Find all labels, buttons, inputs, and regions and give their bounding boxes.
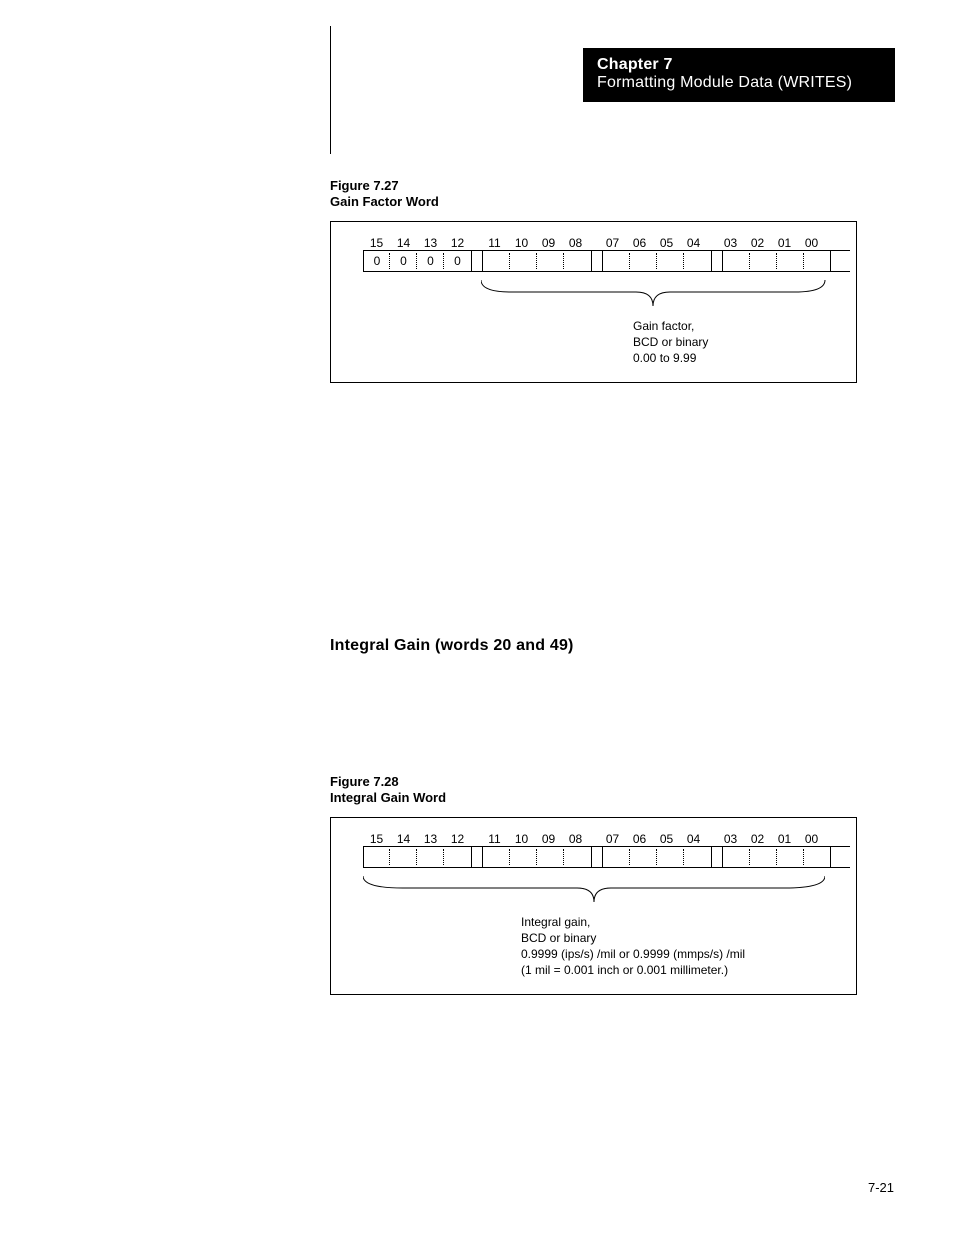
page: Chapter 7 Formatting Module Data (WRITES… <box>0 0 954 1235</box>
bit-label: 05 <box>653 832 680 846</box>
bit-label: 01 <box>771 832 798 846</box>
bit-label: 05 <box>653 236 680 250</box>
brace-icon <box>363 868 825 914</box>
bit-label: 02 <box>744 236 771 250</box>
bit-labels-row: 15 14 13 12 11 10 09 08 07 06 05 04 03 <box>363 832 850 846</box>
bit-label: 09 <box>535 832 562 846</box>
bit-cell <box>657 251 684 271</box>
bit-cell <box>630 847 657 867</box>
bit-label: 01 <box>771 236 798 250</box>
bit-cell <box>723 251 750 271</box>
annotation-line: BCD or binary <box>633 334 850 350</box>
bit-cell <box>564 251 591 271</box>
bit-cell <box>657 847 684 867</box>
bit-cell <box>804 847 831 867</box>
annotation: Gain factor, BCD or binary 0.00 to 9.99 <box>633 318 850 367</box>
bit-cell: 0 <box>363 251 390 271</box>
bit-cell <box>537 847 564 867</box>
bit-cell <box>510 251 537 271</box>
bit-label: 12 <box>444 832 471 846</box>
annotation-line: (1 mil = 0.001 inch or 0.001 millimeter.… <box>521 962 850 978</box>
bit-label: 12 <box>444 236 471 250</box>
bit-cell <box>684 847 711 867</box>
bit-label: 00 <box>798 236 825 250</box>
figure-caption: Figure 7.27 Gain Factor Word <box>330 178 857 211</box>
page-number: 7-21 <box>868 1180 894 1195</box>
bit-label: 14 <box>390 236 417 250</box>
chapter-label: Chapter 7 <box>597 56 883 74</box>
bit-label: 10 <box>508 832 535 846</box>
bit-label: 15 <box>363 832 390 846</box>
bit-cell <box>363 847 390 867</box>
chapter-header: Chapter 7 Formatting Module Data (WRITES… <box>583 48 895 102</box>
bit-label: 06 <box>626 236 653 250</box>
bit-cell <box>750 847 777 867</box>
bit-cells-row: 0 0 0 0 <box>363 250 850 272</box>
chapter-title: Formatting Module Data (WRITES) <box>597 74 883 92</box>
bit-cell <box>603 847 630 867</box>
bit-cell <box>537 251 564 271</box>
bit-label: 09 <box>535 236 562 250</box>
bit-label: 08 <box>562 832 589 846</box>
brace-icon <box>481 272 943 318</box>
bit-label: 14 <box>390 832 417 846</box>
section-heading-wrap: Integral Gain (words 20 and 49) <box>330 637 574 655</box>
bit-cell <box>564 847 591 867</box>
bit-label: 07 <box>599 236 626 250</box>
annotation-line: 0.00 to 9.99 <box>633 350 850 366</box>
figure-7-28: Figure 7.28 Integral Gain Word 15 14 13 … <box>330 774 857 995</box>
figure-number: Figure 7.27 <box>330 178 857 194</box>
figure-box: 15 14 13 12 11 10 09 08 07 06 05 04 03 <box>330 817 857 996</box>
bit-label: 13 <box>417 832 444 846</box>
figure-box: 15 14 13 12 11 10 09 08 07 06 05 04 03 <box>330 221 857 384</box>
bit-cell <box>777 847 804 867</box>
bit-diagram: 15 14 13 12 11 10 09 08 07 06 05 04 03 <box>363 832 850 979</box>
annotation-line: 0.9999 (ips/s) /mil or 0.9999 (mmps/s) /… <box>521 946 850 962</box>
bit-cell <box>603 251 630 271</box>
bit-label: 08 <box>562 236 589 250</box>
bit-label: 00 <box>798 832 825 846</box>
bit-cell <box>777 251 804 271</box>
bit-label: 11 <box>481 236 508 250</box>
figure-number: Figure 7.28 <box>330 774 857 790</box>
bit-cell <box>417 847 444 867</box>
bit-cell: 0 <box>444 251 471 271</box>
bit-cell <box>684 251 711 271</box>
bit-cell <box>804 251 831 271</box>
bit-label: 07 <box>599 832 626 846</box>
annotation-line: Integral gain, <box>521 914 850 930</box>
bit-cell <box>483 251 510 271</box>
figure-caption: Figure 7.28 Integral Gain Word <box>330 774 857 807</box>
bit-cell <box>444 847 471 867</box>
bit-cells-row <box>363 846 850 868</box>
bit-label: 13 <box>417 236 444 250</box>
figure-title: Integral Gain Word <box>330 790 857 806</box>
bit-label: 06 <box>626 832 653 846</box>
bit-cell: 0 <box>417 251 444 271</box>
bit-label: 02 <box>744 832 771 846</box>
bit-cell <box>723 847 750 867</box>
figure-7-27: Figure 7.27 Gain Factor Word 15 14 13 12… <box>330 178 857 383</box>
bit-label: 11 <box>481 832 508 846</box>
bit-label: 15 <box>363 236 390 250</box>
bit-cell <box>510 847 537 867</box>
bit-label: 03 <box>717 832 744 846</box>
annotation-line: BCD or binary <box>521 930 850 946</box>
bit-cell <box>390 847 417 867</box>
bit-label: 03 <box>717 236 744 250</box>
bit-label: 04 <box>680 832 707 846</box>
section-heading: Integral Gain (words 20 and 49) <box>330 637 574 655</box>
annotation-line: Gain factor, <box>633 318 850 334</box>
bit-labels-row: 15 14 13 12 11 10 09 08 07 06 05 04 03 <box>363 236 850 250</box>
figure-title: Gain Factor Word <box>330 194 857 210</box>
bit-cell <box>750 251 777 271</box>
bit-cell <box>630 251 657 271</box>
header-rule <box>330 26 331 154</box>
bit-diagram: 15 14 13 12 11 10 09 08 07 06 05 04 03 <box>363 236 850 367</box>
bit-cell: 0 <box>390 251 417 271</box>
bit-label: 10 <box>508 236 535 250</box>
bit-label: 04 <box>680 236 707 250</box>
bit-cell <box>483 847 510 867</box>
annotation: Integral gain, BCD or binary 0.9999 (ips… <box>521 914 850 979</box>
